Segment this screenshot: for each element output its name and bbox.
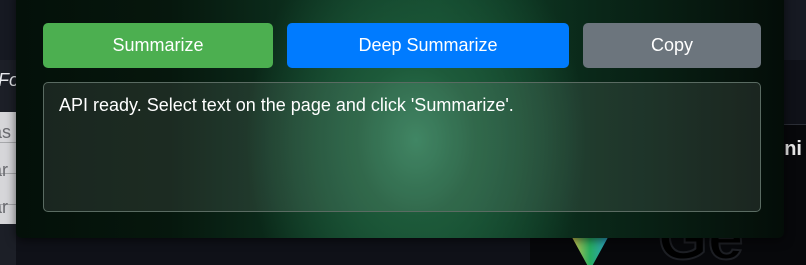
action-button-row: Summarize Deep Summarize Copy bbox=[43, 23, 761, 68]
summarizer-popup: Summarize Deep Summarize Copy API ready.… bbox=[16, 0, 784, 238]
deep-summarize-button[interactable]: Deep Summarize bbox=[287, 23, 569, 68]
background-list-text: ar bbox=[0, 160, 9, 180]
copy-button[interactable]: Copy bbox=[583, 23, 761, 68]
summarize-button[interactable]: Summarize bbox=[43, 23, 273, 68]
background-right-text: ni bbox=[784, 138, 802, 160]
background-list-text: ar bbox=[0, 197, 9, 217]
summary-output[interactable]: API ready. Select text on the page and c… bbox=[43, 82, 761, 212]
screen: Fo as ar ar ni Ge Summarize Deep S bbox=[0, 0, 806, 265]
background-list-text: as bbox=[0, 122, 12, 142]
